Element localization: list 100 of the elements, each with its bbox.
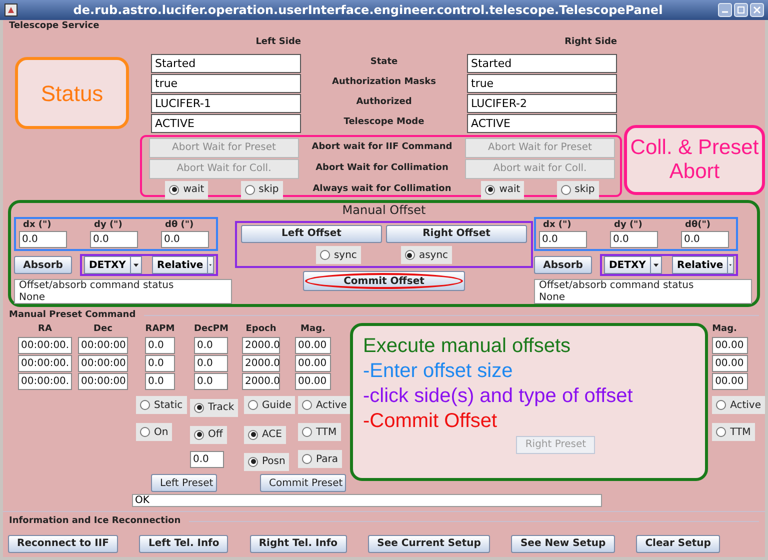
status-field[interactable]: ACTIVE [467, 114, 617, 132]
note-text: Status [40, 80, 104, 108]
text-field[interactable]: 0.0 [194, 337, 228, 354]
text-field[interactable]: 00:00:00. [18, 373, 72, 390]
text-field[interactable]: 00.00 [712, 373, 748, 390]
radio-option[interactable]: sync [316, 246, 361, 264]
field-label: dy (") [93, 220, 124, 231]
info-button[interactable]: Reconnect to IIF [8, 534, 118, 552]
preset-button[interactable]: Commit Preset [260, 474, 346, 492]
radio-option[interactable]: wait [481, 180, 524, 198]
text-field[interactable]: 2000.0 [242, 373, 280, 390]
info-button[interactable]: Right Tel. Info [250, 534, 347, 552]
text-field[interactable]: 00.00 [712, 337, 748, 354]
text-field[interactable]: 2000.0 [242, 355, 280, 372]
app-icon [4, 3, 18, 17]
text-field[interactable]: 00:00:00 [78, 355, 128, 372]
note-text: Coll. & Preset [630, 136, 759, 160]
absorb-button[interactable]: Absorb [14, 256, 72, 274]
status-field[interactable]: true [467, 74, 617, 92]
text-field[interactable]: 0.0 [539, 231, 587, 248]
radio-option[interactable]: Off [190, 426, 227, 444]
text-field[interactable]: 00.00 [295, 355, 331, 372]
dropdown-field[interactable]: DETXY [84, 256, 142, 274]
text-field[interactable]: 0.0 [145, 337, 175, 354]
panel-title: Offset/absorb command status [19, 280, 175, 292]
text-field[interactable]: 00.00 [295, 337, 331, 354]
column-header: RA [37, 322, 53, 336]
text-field[interactable]: 00.00 [295, 373, 331, 390]
commit-offset-button[interactable]: Commit Offset [303, 271, 465, 291]
text-field[interactable]: 0.0 [681, 231, 729, 248]
status-field[interactable]: Started [467, 54, 617, 72]
note-text: -click side(s) and type of offset [363, 384, 634, 408]
radio-option[interactable]: Active [298, 396, 351, 414]
text-field[interactable]: 0.0 [90, 231, 138, 248]
field-label: Abort Wait for Collimation [314, 162, 450, 175]
info-button[interactable]: See New Setup [511, 534, 615, 552]
text-field[interactable]: 00:00:00. [18, 355, 72, 372]
info-button[interactable]: Clear Setup [636, 534, 720, 552]
status-field[interactable]: true [151, 74, 301, 92]
radio-option[interactable]: Guide [244, 396, 296, 414]
maximize-icon[interactable] [734, 3, 748, 17]
field-label: dy (") [613, 220, 644, 231]
preset-button[interactable]: Left Preset [151, 474, 217, 492]
radio-option[interactable]: Static [136, 396, 187, 414]
text-field[interactable]: 00:00:00 [78, 373, 128, 390]
text-field[interactable]: 0.0 [194, 373, 228, 390]
radio-option[interactable]: Posn [244, 452, 290, 470]
radio-option[interactable]: ACE [244, 426, 286, 444]
column-header: Mag. [712, 322, 738, 336]
column-header: Right Side [564, 36, 617, 50]
column-header: DecPM [194, 322, 228, 336]
status-field[interactable]: LUCIFER-1 [151, 94, 301, 112]
text-field[interactable]: 2000.0 [242, 337, 280, 354]
text-field[interactable]: 0.0 [145, 373, 175, 390]
dropdown-field[interactable]: Relative [152, 256, 214, 274]
dropdown-field[interactable]: DETXY [604, 256, 662, 274]
radio-option[interactable]: TTM [712, 423, 755, 441]
absorb-button[interactable]: Absorb [534, 256, 592, 274]
info-button[interactable]: Left Tel. Info [139, 534, 228, 552]
radio-option[interactable]: On [136, 423, 172, 441]
field-label: Always wait for Collimation [312, 182, 452, 196]
section-title: Telescope Service [8, 20, 100, 33]
section-title: Information and Ice Reconnection [9, 515, 181, 528]
offset-button[interactable]: Right Offset [386, 224, 527, 243]
status-field[interactable]: ACTIVE [151, 114, 301, 132]
text-field[interactable]: 0.0 [190, 450, 224, 468]
field-label: Telescope Mode [342, 116, 426, 130]
status-text: None [539, 292, 566, 304]
text-field[interactable]: 0.0 [610, 231, 658, 248]
info-button[interactable]: See Current Setup [368, 534, 490, 552]
column-header: Mag. [300, 322, 326, 336]
close-icon[interactable] [750, 3, 764, 17]
offset-button[interactable]: Left Offset [241, 224, 382, 243]
text-field[interactable]: 0.0 [194, 355, 228, 372]
status-field[interactable]: LUCIFER-2 [467, 94, 617, 112]
radio-option[interactable]: skip [240, 180, 283, 198]
text-field[interactable]: 0.0 [19, 231, 67, 248]
field-label: Authorization Masks [331, 76, 437, 90]
minimize-icon[interactable] [718, 3, 732, 17]
radio-option[interactable]: Para [298, 450, 342, 468]
caret-down-icon [727, 257, 733, 273]
note-text: -Enter offset size [363, 358, 514, 384]
message-field[interactable]: OK [132, 494, 602, 507]
radio-option[interactable]: wait [165, 180, 208, 198]
text-field[interactable]: 00.00 [712, 355, 748, 372]
radio-option[interactable]: skip [556, 180, 599, 198]
text-field[interactable]: 00:00:00 [78, 337, 128, 354]
text-field[interactable]: 0.0 [161, 231, 209, 248]
dropdown-field[interactable]: Relative [672, 256, 734, 274]
status-field[interactable]: Started [151, 54, 301, 72]
radio-option[interactable]: Track [190, 398, 238, 416]
panel-title: Manual Offset [341, 203, 427, 217]
note-text: Execute manual offsets [363, 334, 572, 358]
radio-option[interactable]: async [400, 246, 452, 264]
text-field[interactable]: 0.0 [145, 355, 175, 372]
radio-option[interactable]: Active [712, 396, 765, 414]
column-header: RAPM [145, 322, 175, 336]
text-field[interactable]: 00:00:00. [18, 337, 72, 354]
panel-title: Offset/absorb command status [539, 280, 695, 292]
radio-option[interactable]: TTM [298, 423, 341, 441]
